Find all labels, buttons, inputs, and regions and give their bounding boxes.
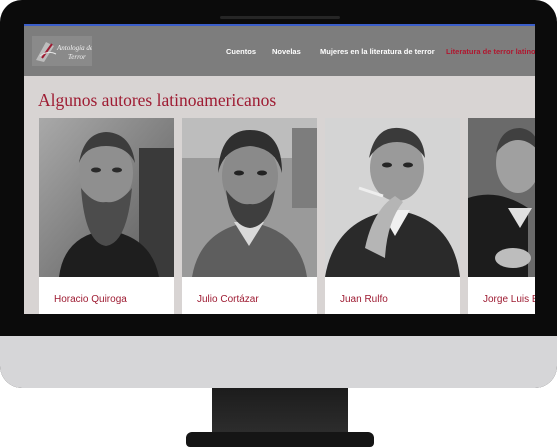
author-photo-quiroga (39, 118, 174, 277)
site-logo[interactable]: Antología de Terror (32, 36, 93, 66)
svg-text:Antología de: Antología de (56, 44, 92, 52)
author-photo-cortazar (182, 118, 317, 277)
nav-mujeres-terror[interactable]: Mujeres en la literatura de terror (320, 47, 435, 56)
monitor-stand-neck (212, 388, 348, 434)
page-title: Algunos autores latinoamericanos (38, 90, 277, 110)
author-card-rulfo[interactable]: Juan Rulfo (325, 118, 460, 314)
browser-screen: Antología de Terror Cuentos Novelas Muje… (24, 24, 535, 314)
camera-slot (220, 16, 340, 19)
monitor-frame: Antología de Terror Cuentos Novelas Muje… (0, 0, 557, 388)
author-name: Julio Cortázar (197, 294, 259, 305)
nav-novelas[interactable]: Novelas (272, 47, 301, 56)
author-photo-borges (468, 118, 535, 277)
author-card-borges[interactable]: Jorge Luis Borges (468, 118, 535, 314)
author-name: Juan Rulfo (340, 294, 388, 305)
author-card-cortazar[interactable]: Julio Cortázar (182, 118, 317, 314)
author-card-quiroga[interactable]: Horacio Quiroga (39, 118, 174, 314)
site-navbar: Antología de Terror Cuentos Novelas Muje… (24, 26, 535, 76)
author-name: Horacio Quiroga (54, 294, 127, 305)
svg-text:Terror: Terror (68, 53, 86, 61)
monitor-chin (0, 336, 557, 388)
nav-cuentos[interactable]: Cuentos (226, 47, 256, 56)
author-photo-rulfo (325, 118, 460, 277)
nav-terror-latinoamericana[interactable]: Literatura de terror latinoamericana (446, 47, 535, 56)
author-name: Jorge Luis Borges (483, 294, 535, 305)
monitor-stand-base (186, 432, 374, 447)
